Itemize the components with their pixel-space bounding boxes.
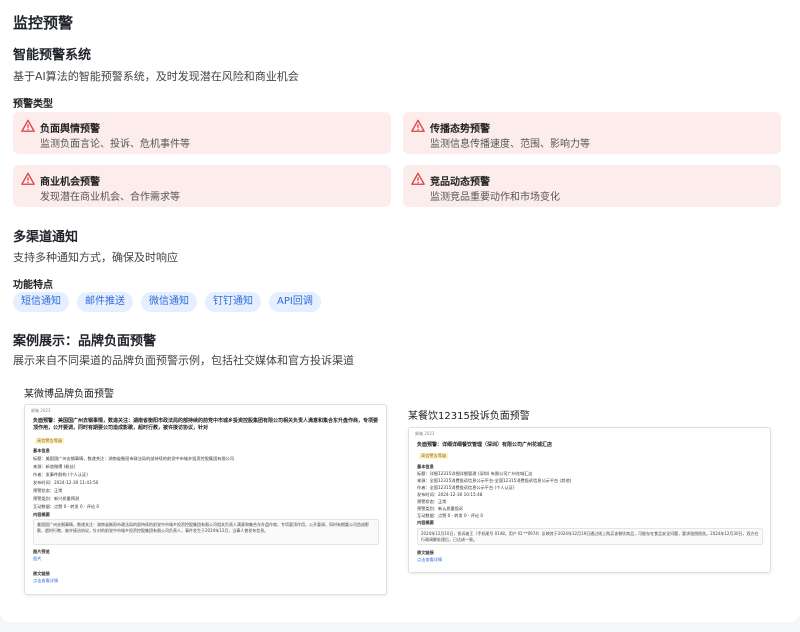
info-line: 基本信息 bbox=[33, 448, 50, 453]
alert-card-competitor: 竞品动态预警 监测竞品重要动作和市场变化 bbox=[403, 165, 781, 207]
tag-wechat[interactable]: 微信通知 bbox=[141, 292, 197, 312]
alert-card-spread: 传播态势预警 监测信息传播速度、范围、影响力等 bbox=[403, 112, 781, 154]
warning-icon bbox=[21, 119, 35, 132]
example-screenshot-weibo[interactable]: 邮箱 2023 负面预警：美国国广州去钢事情，数递关注：湖南省衡阳市政法局的部持… bbox=[24, 404, 387, 595]
source-label: 原文链接 bbox=[33, 571, 50, 576]
source-link[interactable]: 点击查看详情 bbox=[33, 578, 58, 584]
window-label: 邮箱 2023 bbox=[31, 408, 51, 413]
alert-title: 竞品动态预警 bbox=[430, 177, 490, 188]
info-line: 预警状态：正常 bbox=[33, 488, 63, 493]
alert-title: 负面舆情预警 bbox=[40, 124, 100, 135]
alert-desc: 监测负面言论、投诉、危机事件等 bbox=[40, 139, 190, 150]
warning-icon bbox=[21, 172, 35, 185]
example-screenshot-12315[interactable]: 邮箱 2023 负面预警：详细详细餐饮管理（深圳）有限公司广州花城汇店 高信警告… bbox=[408, 427, 771, 573]
case-title: 案例展示：品牌负面预警 bbox=[13, 334, 157, 349]
channel-title: 多渠道通知 bbox=[13, 230, 79, 245]
info-line: 作者：发事件群构 (个人认证) bbox=[33, 472, 88, 477]
badge: 高信警告等级 bbox=[419, 453, 449, 459]
system-desc: 基于AI算法的智能预警系统，及时发现潜在风险和商业机会 bbox=[13, 70, 299, 83]
page-title: 监控预警 bbox=[13, 14, 74, 32]
alert-desc: 发现潜在商业机会、合作需求等 bbox=[40, 192, 180, 203]
source-label: 原文链接 bbox=[417, 550, 434, 555]
alert-title: 商业机会预警 bbox=[40, 177, 100, 188]
image-link[interactable]: 图片 bbox=[33, 556, 41, 562]
warning-icon bbox=[411, 172, 425, 185]
content-box: 2024年12月10日，投诉者王（手机尾号 0148，用户 ID **0974）… bbox=[417, 528, 763, 545]
main-card: 监控预警 智能预警系统 基于AI算法的智能预警系统，及时发现潜在风险和商业机会 … bbox=[0, 0, 800, 622]
system-title: 智能预警系统 bbox=[13, 48, 92, 63]
warning-icon bbox=[411, 119, 425, 132]
info-line: 标题：详细12315详细详细管理 (深圳) 有限公司广州花城汇店 bbox=[417, 471, 533, 476]
badge: 高信警告等级 bbox=[35, 438, 65, 444]
tag-dingtalk[interactable]: 钉钉通知 bbox=[205, 292, 261, 312]
info-line: 作者：全国12315消费投诉信息公示平台 (个人认证) bbox=[417, 485, 515, 490]
info-line: 发布时间：2024-12-30 10:15:48 bbox=[417, 492, 483, 497]
headline: 负面预警：美国国广州去钢事情，数递关注：湖南省衡阳市政法局的部持续的前党中市城乡… bbox=[33, 418, 379, 431]
tag-email[interactable]: 邮件推送 bbox=[77, 292, 133, 312]
content-text: 2024年12月10日，投诉者王（手机尾号 0148，用户 ID **0974）… bbox=[421, 531, 759, 542]
info-line: 发布时间：2024-12-30 11:43:50 bbox=[33, 480, 99, 485]
example-caption: 某餐饮12315投诉负面预警 bbox=[408, 411, 530, 422]
types-label: 预警类型 bbox=[13, 99, 53, 110]
info-line: 预警类别：新兴质量预测 bbox=[33, 496, 80, 501]
content-text: 美国国广州去钢事情，数递关注：湖南省衡阳市政法局的部持续的前党中市城乡投资控股集… bbox=[37, 522, 369, 533]
tag-api[interactable]: API回调 bbox=[269, 292, 321, 312]
info-line: 基本信息 bbox=[417, 464, 434, 469]
info-line: 来源：全国12315消费投诉信息公示平台-全国12315消费投诉信息公示平台 (… bbox=[417, 478, 572, 483]
image-label: 图片预览 bbox=[33, 549, 50, 554]
alert-desc: 监测信息传播速度、范围、影响力等 bbox=[430, 139, 590, 150]
alert-desc: 监测竞品重要动作和市场变化 bbox=[430, 192, 560, 203]
case-desc: 展示来自不同渠道的品牌负面预警示例，包括社交媒体和官方投诉渠道 bbox=[13, 354, 354, 367]
source-link[interactable]: 点击查看详情 bbox=[417, 557, 442, 563]
channel-desc: 支持多种通知方式，确保及时响应 bbox=[13, 251, 178, 264]
feature-tags: 短信通知 邮件推送 微信通知 钉钉通知 API回调 bbox=[13, 292, 321, 312]
info-line: 内容摘要 bbox=[33, 512, 50, 517]
example-caption: 某微博品牌负面预警 bbox=[24, 389, 114, 400]
info-line: 标题：美国国广州去钢事情，数递关注：湖南省衡阳市政法局的部持续的前党中市城乡投资… bbox=[33, 456, 235, 461]
info-line: 互动数据：点赞 0 · 转发 0 · 评论 0 bbox=[33, 504, 100, 509]
content-box: 美国国广州去钢事情，数递关注：湖南省衡阳市政法局的部持续的前党中市城乡投资控股集… bbox=[33, 519, 379, 545]
window-label: 邮箱 2023 bbox=[415, 431, 435, 436]
features-label: 功能特点 bbox=[13, 280, 53, 291]
alert-card-negative: 负面舆情预警 监测负面言论、投诉、危机事件等 bbox=[13, 112, 391, 154]
info-line: 互动数据：点赞 0 · 转发 0 · 评论 0 bbox=[417, 513, 484, 518]
alert-title: 传播态势预警 bbox=[430, 124, 490, 135]
headline: 负面预警：详细详细餐饮管理（深圳）有限公司广州花城汇店 bbox=[417, 442, 553, 448]
tag-sms[interactable]: 短信通知 bbox=[13, 292, 69, 312]
alert-card-opportunity: 商业机会预警 发现潜在商业机会、合作需求等 bbox=[13, 165, 391, 207]
info-line: 预警状态：正常 bbox=[417, 499, 447, 504]
info-line: 预警类别：新认质量投诉 bbox=[417, 506, 464, 511]
info-line: 内容摘要 bbox=[417, 520, 434, 525]
info-line: 来源：新浪微博 (粉丝) bbox=[33, 464, 76, 469]
